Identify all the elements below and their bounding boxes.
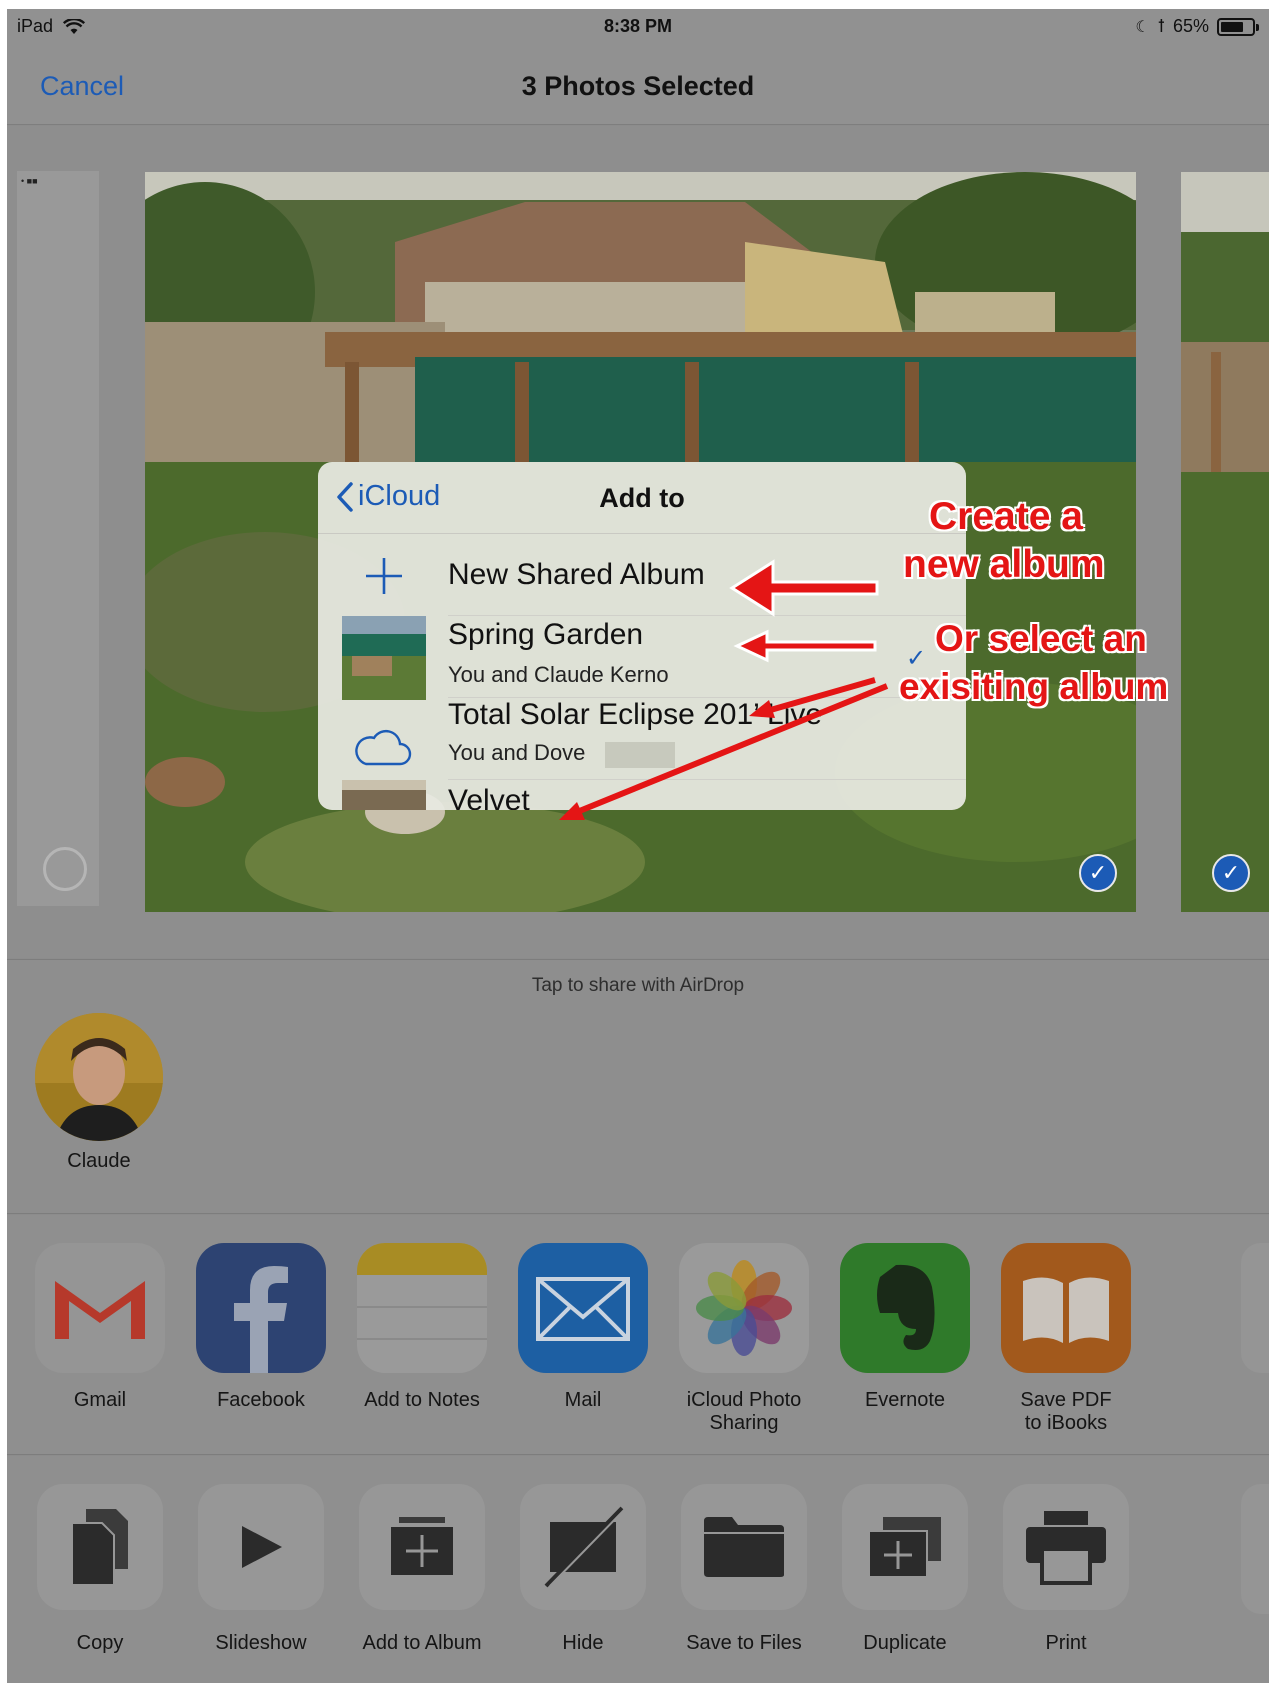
contact-name: Claude xyxy=(67,1150,131,1172)
annotation-select: Or select an exisiting album xyxy=(899,615,1168,711)
airdrop-section: Tap to share with AirDrop Claude xyxy=(7,959,1269,1214)
mail-icon xyxy=(518,1243,648,1373)
nav-bar: Cancel 3 Photos Selected xyxy=(7,45,1269,125)
share-app-facebook[interactable]: Facebook xyxy=(196,1243,326,1412)
ibooks-icon xyxy=(1001,1243,1131,1373)
share-actions-row: Copy Slideshow Add to Album Hide Save to… xyxy=(7,1456,1269,1683)
copy-icon xyxy=(37,1484,163,1610)
action-label: Print xyxy=(1045,1632,1087,1654)
more-apps-edge[interactable] xyxy=(1241,1243,1269,1373)
action-label: Slideshow xyxy=(215,1632,307,1654)
play-icon xyxy=(198,1484,324,1610)
evernote-icon xyxy=(840,1243,970,1373)
printer-icon xyxy=(1003,1484,1129,1610)
share-app-gmail[interactable]: Gmail xyxy=(35,1243,165,1412)
arrow-to-velvet xyxy=(575,683,889,815)
action-label: Save to Files xyxy=(686,1632,802,1654)
status-time: 8:38 PM xyxy=(603,16,673,36)
action-label: Hide xyxy=(562,1632,604,1654)
app-label: Gmail xyxy=(73,1389,127,1411)
action-print[interactable]: Print xyxy=(1001,1484,1131,1655)
annotation-select-line2: exisiting album xyxy=(899,666,1169,707)
notes-icon xyxy=(357,1243,487,1373)
hide-icon xyxy=(520,1484,646,1610)
cancel-button[interactable]: Cancel xyxy=(40,71,124,102)
action-save-to-files[interactable]: Save to Files xyxy=(679,1484,809,1655)
battery-percent: 65% xyxy=(1172,16,1209,36)
share-sheet-screen: iPad 8:38 PM ☾ ꝉ 65% Cancel 3 Photos Sel… xyxy=(7,9,1269,1683)
action-hide[interactable]: Hide xyxy=(518,1484,648,1655)
battery-icon xyxy=(1217,17,1259,36)
action-label: Duplicate xyxy=(863,1632,947,1654)
bluetooth-icon: ꝉ xyxy=(1157,16,1165,36)
page-title: 3 Photos Selected xyxy=(521,71,755,101)
photo-strip: • ■■ ✓ ✓ iCloud Add to New Shared Album … xyxy=(7,126,1269,958)
action-add-to-album[interactable]: Add to Album xyxy=(357,1484,487,1655)
annotation-create-line1: Create a xyxy=(929,495,1083,538)
facebook-icon xyxy=(196,1243,326,1373)
app-label: Facebook xyxy=(217,1389,305,1411)
folder-icon xyxy=(681,1484,807,1610)
more-actions-edge[interactable] xyxy=(1241,1484,1269,1614)
avatar xyxy=(35,1013,163,1141)
status-bar: iPad 8:38 PM ☾ ꝉ 65% xyxy=(7,9,1269,45)
share-apps-row: Gmail Facebook Add to Notes Mail iCloud … xyxy=(7,1215,1269,1455)
share-app-ibooks[interactable]: Save PDF to iBooks xyxy=(1001,1243,1131,1435)
action-duplicate[interactable]: Duplicate xyxy=(840,1484,970,1655)
contact-photo-image xyxy=(35,1013,163,1141)
airdrop-contact[interactable]: Claude xyxy=(35,1013,163,1173)
action-label: Copy xyxy=(76,1632,124,1654)
app-label: Mail xyxy=(564,1389,602,1411)
annotation-create: Create a new album xyxy=(903,493,1105,589)
share-app-notes[interactable]: Add to Notes xyxy=(357,1243,487,1412)
annotation-create-line2: new album xyxy=(903,543,1105,586)
arrow-to-spring-garden xyxy=(733,629,877,663)
app-label: Evernote xyxy=(864,1389,946,1411)
app-label: iCloud Photo Sharing xyxy=(686,1389,802,1434)
action-label: Add to Album xyxy=(362,1632,482,1654)
app-label: Save PDF to iBooks xyxy=(1020,1389,1112,1434)
add-to-album-icon xyxy=(359,1484,485,1610)
photos-icon xyxy=(679,1243,809,1373)
do-not-disturb-icon: ☾ xyxy=(1135,18,1150,36)
app-label: Add to Notes xyxy=(364,1389,480,1411)
gmail-icon xyxy=(35,1243,165,1373)
duplicate-icon xyxy=(842,1484,968,1610)
airdrop-hint: Tap to share with AirDrop xyxy=(531,975,745,996)
share-app-mail[interactable]: Mail xyxy=(518,1243,648,1412)
annotation-select-line1: Or select an xyxy=(935,618,1147,659)
action-slideshow[interactable]: Slideshow xyxy=(196,1484,326,1655)
share-app-icloud-photo-sharing[interactable]: iCloud Photo Sharing xyxy=(679,1243,809,1435)
arrow-to-new-shared-album xyxy=(729,559,879,617)
share-app-evernote[interactable]: Evernote xyxy=(840,1243,970,1412)
action-copy[interactable]: Copy xyxy=(35,1484,165,1655)
